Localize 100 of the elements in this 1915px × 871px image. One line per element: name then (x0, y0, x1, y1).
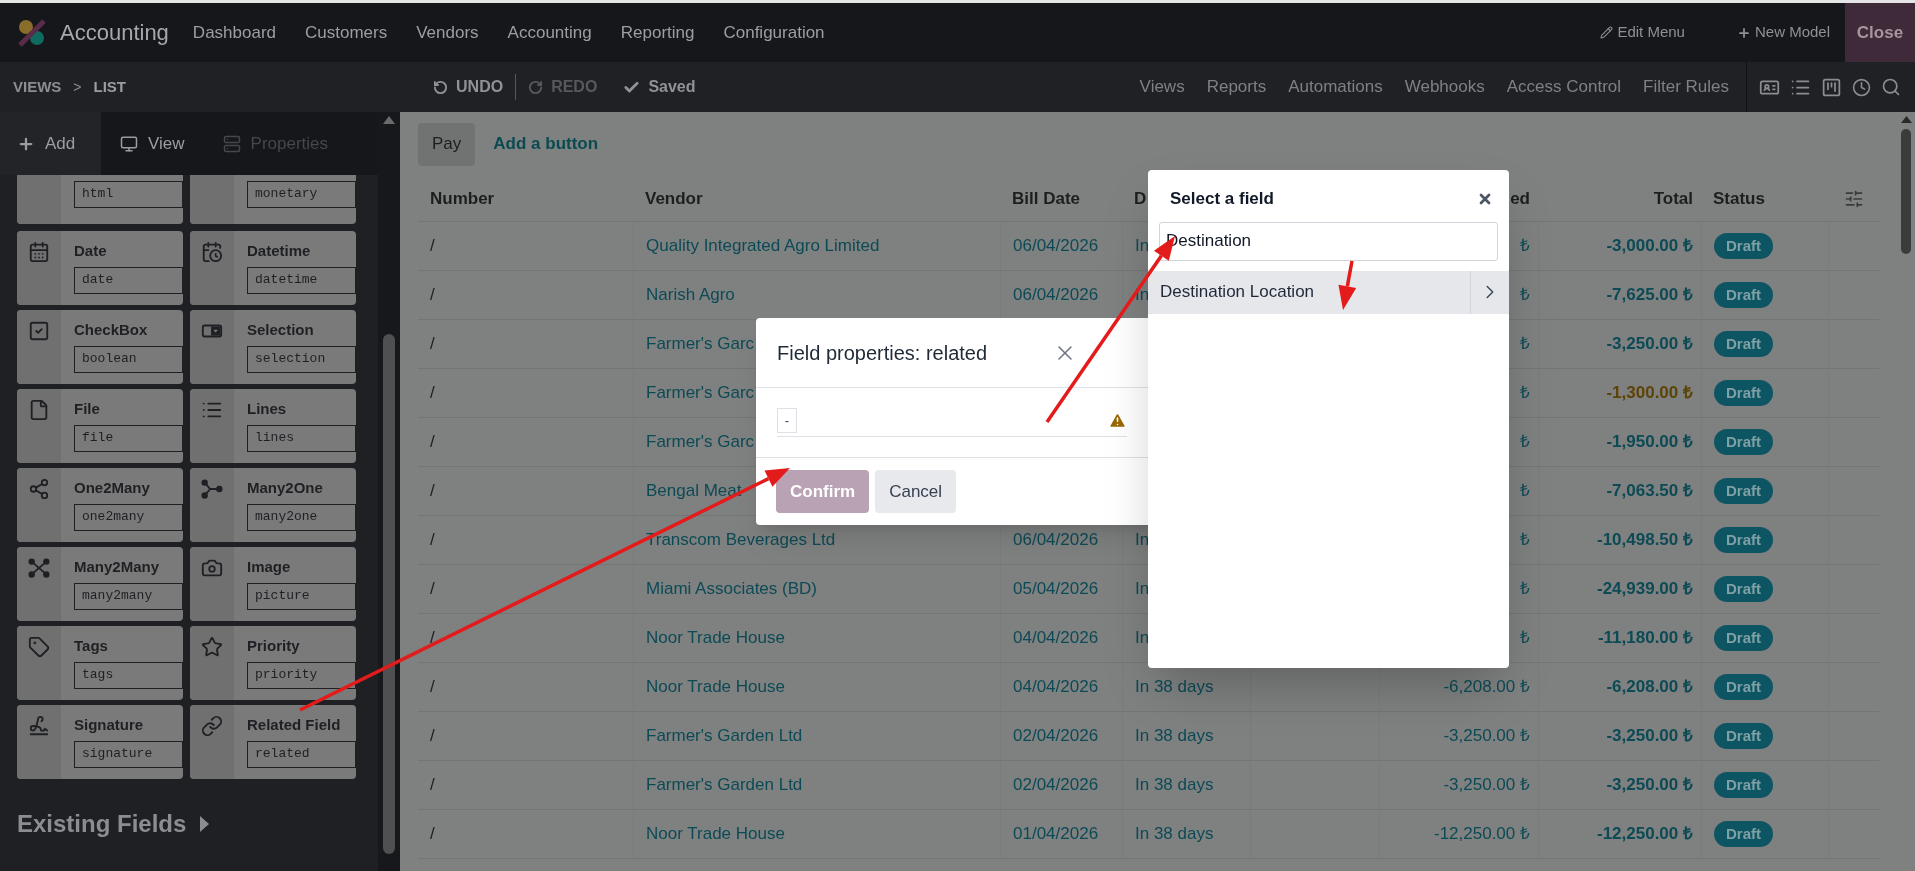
vendor-link[interactable]: Farmer's Garden Ltd (646, 772, 803, 798)
field-type-tag: monetary (247, 181, 356, 208)
table-cell-text: 04/04/2026 (1013, 676, 1099, 699)
existing-fields-toggle[interactable]: Existing Fields (17, 806, 378, 842)
column-header[interactable]: Bill Date (1000, 176, 1122, 221)
table-cell-text: / (429, 333, 436, 356)
add-button-link[interactable]: Add a button (493, 131, 599, 157)
studio-nav-link[interactable]: Views (1139, 74, 1185, 100)
field-type-tag: date (74, 267, 183, 294)
vendor-link[interactable]: Miami Associates (BD) (646, 576, 817, 602)
scrollbar-thumb[interactable] (383, 334, 395, 854)
field-type-tag: boolean (74, 346, 183, 373)
table-cell-text: In (1135, 578, 1150, 601)
menu-item[interactable]: Reporting (620, 19, 695, 46)
field-card[interactable]: Related Field related (190, 705, 356, 779)
table-cell-text: -3,250.00 ₺ (1606, 774, 1693, 797)
table-cell-text: ₺ (1520, 529, 1530, 552)
new-model-link[interactable]: New Model (1736, 21, 1830, 44)
studio-nav-link[interactable]: Reports (1206, 74, 1267, 100)
field-label: CheckBox (74, 321, 149, 339)
edit-menu-link[interactable]: Edit Menu (1600, 21, 1685, 44)
scroll-up-icon[interactable] (1900, 116, 1912, 123)
table-cell-text: 02/04/2026 (1013, 774, 1099, 797)
menu-item[interactable]: Configuration (723, 19, 825, 46)
undo-button[interactable]: UNDO (433, 75, 504, 99)
kanban-view-icon[interactable] (1821, 76, 1842, 98)
monitor-icon (120, 134, 138, 153)
sidebar-tab[interactable]: Add (0, 112, 101, 175)
field-card[interactable]: Selection selection (190, 310, 356, 384)
clock-icon[interactable] (1852, 77, 1871, 97)
server-icon (222, 134, 241, 153)
status-badge: Draft (1714, 478, 1773, 504)
pay-button[interactable]: Pay (418, 122, 476, 166)
table-cell-text: -7,063.50 ₺ (1606, 480, 1693, 503)
sidebar-tab[interactable]: View (101, 112, 204, 175)
table-cell-text: -7,625.00 ₺ (1606, 284, 1693, 307)
cancel-button[interactable]: Cancel (875, 470, 957, 513)
field-card[interactable]: monetary (190, 175, 356, 224)
column-header[interactable]: Vendor (633, 176, 1000, 221)
studio-nav-link[interactable]: Automations (1288, 74, 1383, 100)
table-cell-text: / (429, 382, 436, 405)
vendor-link[interactable]: Noor Trade House (646, 674, 785, 700)
vendor-link[interactable]: Noor Trade House (646, 821, 785, 847)
app-logo-icon[interactable] (17, 17, 47, 48)
studio-nav-link[interactable]: Access Control (1506, 74, 1622, 100)
field-card[interactable]: Many2One many2one (190, 468, 356, 542)
field-type-tag: picture (247, 583, 356, 610)
scrollbar-thumb[interactable] (1901, 129, 1911, 254)
status-badge: Draft (1714, 723, 1773, 749)
field-card[interactable]: html (17, 175, 183, 224)
field-card[interactable]: Priority priority (190, 626, 356, 700)
field-option[interactable]: Destination Location (1148, 270, 1509, 314)
status-badge: Draft (1714, 821, 1773, 847)
related-path-value[interactable]: - (777, 408, 797, 433)
field-card[interactable]: Many2Many many2many (17, 547, 183, 621)
app-name[interactable]: Accounting (60, 16, 169, 49)
field-card[interactable]: File file (17, 389, 183, 463)
column-settings-icon[interactable] (1843, 188, 1864, 209)
field-type-tag: many2one (247, 504, 356, 531)
scrollbar[interactable] (378, 112, 400, 871)
field-card[interactable]: Lines lines (190, 389, 356, 463)
table-cell-text: In 38 days (1135, 676, 1214, 699)
studio-nav-link[interactable]: Webhooks (1404, 74, 1485, 100)
field-card[interactable]: One2Many one2many (17, 468, 183, 542)
field-label: Priority (247, 637, 301, 655)
scroll-up-icon[interactable] (383, 116, 395, 124)
close-button[interactable]: Close (1845, 3, 1915, 62)
field-type-tag: related (247, 741, 356, 768)
column-header[interactable]: Status (1701, 176, 1828, 221)
vendor-link[interactable]: Farmer's Garc (646, 429, 755, 455)
field-card[interactable]: Datetime datetime (190, 231, 356, 305)
breadcrumb-item[interactable]: VIEWS (13, 75, 62, 99)
column-header[interactable]: Number (418, 176, 633, 221)
table-cell-text: -3,000.00 ₺ (1606, 235, 1693, 258)
field-card[interactable]: Tags tags (17, 626, 183, 700)
vendor-link[interactable]: Farmer's Garc (646, 380, 755, 406)
vendor-link[interactable]: Farmer's Garc (646, 331, 755, 357)
menu-item[interactable]: Dashboard (192, 19, 277, 46)
vendor-link[interactable]: Quality Integrated Agro Limited (646, 233, 880, 259)
column-header[interactable]: Total (1538, 176, 1701, 221)
vendor-link[interactable]: Noor Trade House (646, 625, 785, 651)
breadcrumb-item[interactable]: LIST (93, 75, 127, 99)
table-cell-text: 02/04/2026 (1013, 725, 1099, 748)
field-card[interactable]: Signature signature (17, 705, 183, 779)
vendor-link[interactable]: Farmer's Garden Ltd (646, 723, 803, 749)
vendor-link[interactable]: Transcom Beverages Ltd (646, 527, 836, 553)
menu-item[interactable]: Vendors (416, 19, 479, 46)
field-card[interactable]: Date date (17, 231, 183, 305)
field-card[interactable]: CheckBox boolean (17, 310, 183, 384)
field-label: Tags (74, 637, 109, 655)
table-cell-text: -6,208.00 ₺ (1606, 676, 1693, 699)
menu-item[interactable]: Customers (305, 19, 388, 46)
table-cell-text: -3,250.00 ₺ (1606, 725, 1693, 748)
vendor-link[interactable]: Narish Agro (646, 282, 735, 308)
field-label: Many2One (247, 479, 324, 497)
search-icon[interactable] (1881, 77, 1901, 97)
studio-nav-link[interactable]: Filter Rules (1643, 74, 1729, 100)
field-card[interactable]: Image picture (190, 547, 356, 621)
menu-item[interactable]: Accounting (507, 19, 592, 46)
table-cell-text: -12,250.00 ₺ (1597, 823, 1693, 846)
